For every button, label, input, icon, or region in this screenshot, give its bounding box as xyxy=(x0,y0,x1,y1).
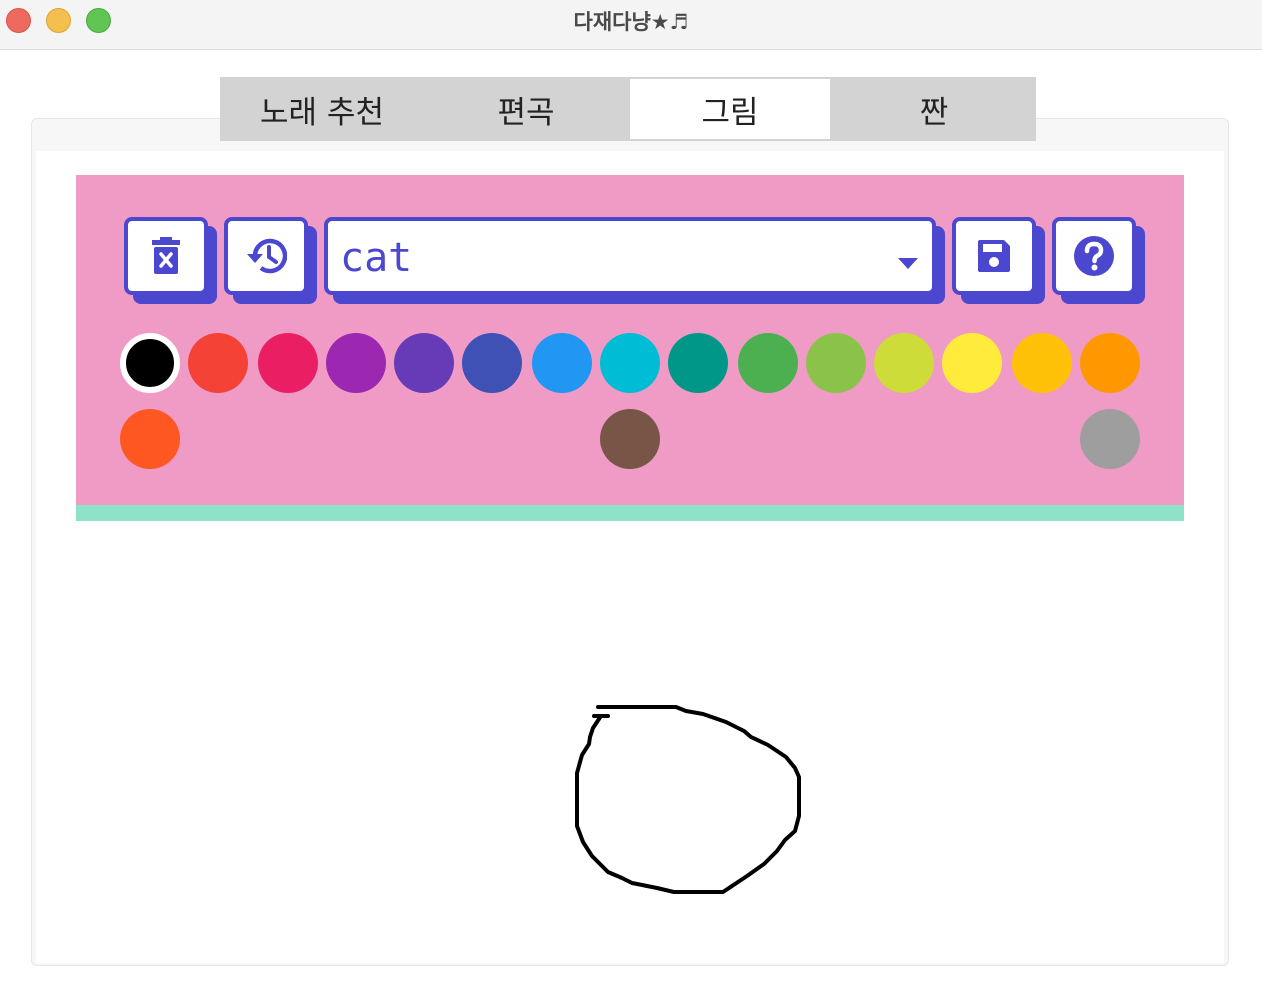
history-icon xyxy=(245,237,287,275)
color-swatch[interactable] xyxy=(1080,333,1140,393)
color-swatch[interactable] xyxy=(1080,409,1140,469)
color-swatch[interactable] xyxy=(806,333,866,393)
window-title: 다재다냥★♬ xyxy=(573,10,689,34)
tab-arrange[interactable]: 편곡 xyxy=(424,77,628,141)
color-swatch[interactable] xyxy=(120,333,180,393)
tab-cheers[interactable]: 짠 xyxy=(832,77,1036,141)
history-button[interactable] xyxy=(224,217,308,295)
color-swatch[interactable] xyxy=(532,333,592,393)
toolbar-divider-strip xyxy=(76,505,1184,521)
tab-bar: 노래 추천 편곡 그림 짠 xyxy=(220,77,1036,141)
save-button[interactable] xyxy=(952,217,1036,295)
color-swatch[interactable] xyxy=(326,333,386,393)
color-swatch[interactable] xyxy=(394,333,454,393)
clear-canvas-button[interactable] xyxy=(124,217,208,295)
chevron-down-icon xyxy=(898,254,918,273)
color-swatch[interactable] xyxy=(1012,333,1072,393)
drawing-subject-select[interactable]: cat xyxy=(324,217,936,295)
tab-drawing[interactable]: 그림 xyxy=(628,77,832,141)
window-titlebar: 다재다냥★♬ xyxy=(0,0,1262,50)
color-swatch[interactable] xyxy=(188,333,248,393)
question-circle-icon xyxy=(1073,235,1115,277)
color-swatch[interactable] xyxy=(668,333,728,393)
tab-song-recommend[interactable]: 노래 추천 xyxy=(220,77,424,141)
drawing-canvas[interactable] xyxy=(76,521,1184,951)
help-button[interactable] xyxy=(1052,217,1136,295)
color-swatch[interactable] xyxy=(600,333,660,393)
color-swatch[interactable] xyxy=(874,333,934,393)
color-swatch[interactable] xyxy=(120,409,180,469)
color-swatch[interactable] xyxy=(600,409,660,469)
select-value: cat xyxy=(340,235,413,281)
color-swatch[interactable] xyxy=(942,333,1002,393)
floppy-disk-icon xyxy=(976,238,1012,274)
color-swatch[interactable] xyxy=(738,333,798,393)
trash-x-icon xyxy=(151,237,181,275)
drawing-stroke xyxy=(575,705,801,894)
color-swatch[interactable] xyxy=(462,333,522,393)
color-swatch[interactable] xyxy=(258,333,318,393)
